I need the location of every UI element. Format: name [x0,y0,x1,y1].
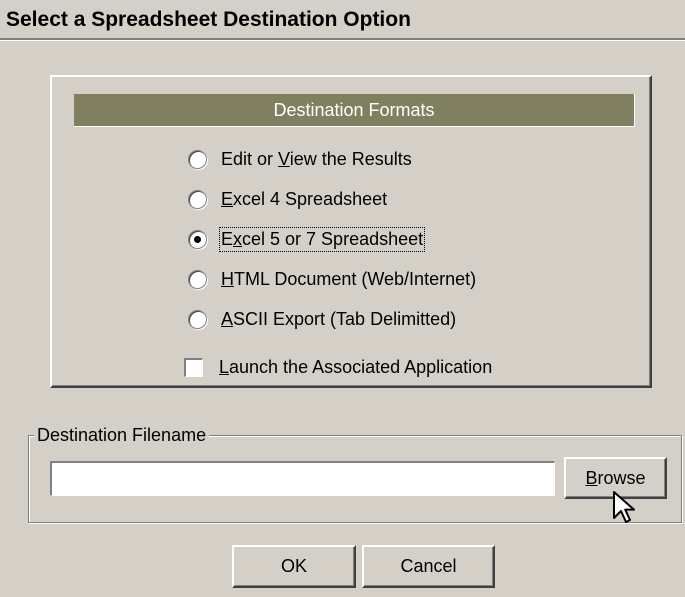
mouse-pointer-icon [613,491,635,523]
option-ascii-export[interactable]: ASCII Export (Tab Delimitted) [188,305,456,333]
option-edit-view-results[interactable]: Edit or View the Results [188,145,412,173]
destination-formats-header: Destination Formats [74,94,635,127]
destination-formats-panel: Destination Formats Edit or View the Res… [50,75,652,388]
radio-button[interactable] [188,189,207,209]
destination-filename-input[interactable] [50,461,555,496]
destination-filename-legend: Destination Filename [34,425,210,446]
radio-button[interactable] [188,269,207,289]
radio-button-selected[interactable] [188,229,207,249]
title-divider [0,38,685,40]
option-label: ASCII Export (Tab Delimitted) [221,308,457,329]
option-html-document[interactable]: HTML Document (Web/Internet) [188,265,476,293]
browse-button-label: Browse [585,467,646,488]
launch-application-checkbox[interactable] [184,357,203,377]
dialog-title: Select a Spreadsheet Destination Option [6,8,411,31]
option-label: Excel 4 Spreadsheet [221,188,388,209]
radio-button[interactable] [188,309,207,329]
cancel-button[interactable]: Cancel [362,545,495,588]
ok-button[interactable]: OK [232,545,356,588]
title-bar: Select a Spreadsheet Destination Option [0,0,685,41]
option-label: Excel 5 or 7 Spreadsheet [218,226,426,252]
option-excel-5-or-7[interactable]: Excel 5 or 7 Spreadsheet [188,225,426,253]
launch-application-label: Launch the Associated Application [219,356,493,377]
option-label: HTML Document (Web/Internet) [221,268,477,289]
launch-application-checkbox-row[interactable]: Launch the Associated Application [184,353,492,381]
radio-button[interactable] [188,149,207,169]
option-label: Edit or View the Results [221,148,412,169]
option-excel-4[interactable]: Excel 4 Spreadsheet [188,185,387,213]
